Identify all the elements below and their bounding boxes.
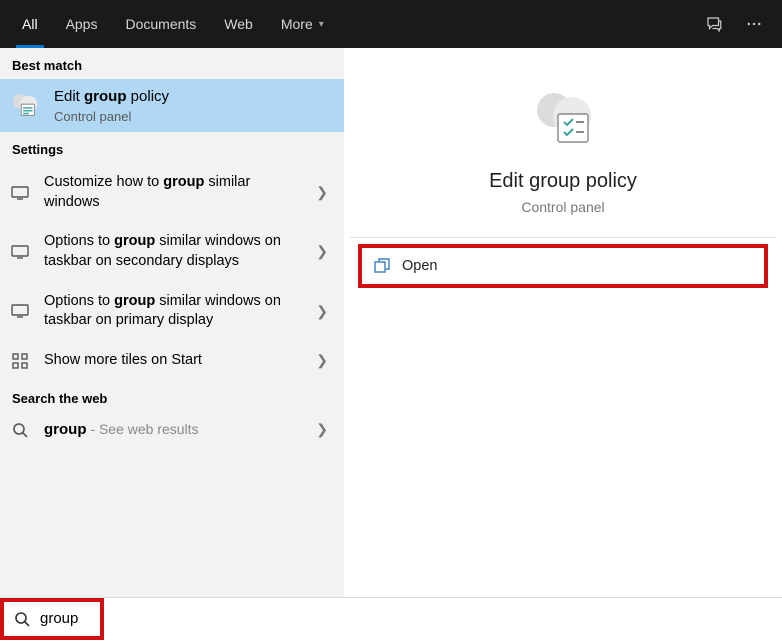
group-policy-icon xyxy=(10,91,40,121)
result-setting[interactable]: Show more tiles on Start ❯ xyxy=(0,341,344,381)
search-filter-tabs: All Apps Documents Web More ▾ xyxy=(0,0,782,48)
section-header-web: Search the web xyxy=(0,381,344,412)
result-subtitle: Control panel xyxy=(54,109,334,124)
result-detail-pane: Edit group policy Control panel Open xyxy=(350,54,776,591)
result-title: Edit group policy xyxy=(54,87,334,107)
search-input[interactable] xyxy=(40,610,96,627)
tab-label: More xyxy=(281,16,313,32)
tab-apps[interactable]: Apps xyxy=(52,0,112,48)
search-icon xyxy=(10,420,30,440)
chevron-right-icon: ❯ xyxy=(310,184,334,201)
detail-title: Edit group policy xyxy=(350,170,776,193)
result-title: Options to group similar windows on task… xyxy=(44,292,296,331)
result-setting[interactable]: Customize how to group similar windows ❯ xyxy=(0,163,344,222)
chevron-right-icon: ❯ xyxy=(310,243,334,260)
result-title: group - See web results xyxy=(44,420,296,440)
feedback-icon[interactable] xyxy=(694,0,734,48)
tab-web[interactable]: Web xyxy=(210,0,267,48)
chevron-down-icon: ▾ xyxy=(319,19,324,30)
open-action[interactable]: Open xyxy=(358,244,768,288)
detail-subtitle: Control panel xyxy=(350,199,776,237)
more-options-icon[interactable] xyxy=(734,0,774,48)
result-web-search[interactable]: group - See web results ❯ xyxy=(0,412,344,448)
display-icon xyxy=(10,301,30,321)
tab-label: All xyxy=(22,16,38,32)
tab-label: Web xyxy=(224,16,253,32)
result-best-match[interactable]: Edit group policy Control panel xyxy=(0,79,344,132)
tab-more[interactable]: More ▾ xyxy=(267,0,338,48)
display-icon xyxy=(10,242,30,262)
result-title: Show more tiles on Start xyxy=(44,351,296,371)
search-icon xyxy=(14,611,30,627)
result-setting[interactable]: Options to group similar windows on task… xyxy=(0,222,344,281)
open-icon xyxy=(374,258,390,274)
tab-label: Documents xyxy=(125,16,196,32)
section-header-best-match: Best match xyxy=(0,48,344,79)
result-setting[interactable]: Options to group similar windows on task… xyxy=(0,282,344,341)
result-title: Options to group similar windows on task… xyxy=(44,232,296,271)
search-bar xyxy=(0,597,782,639)
open-label: Open xyxy=(402,258,437,274)
section-header-settings: Settings xyxy=(0,132,344,163)
tab-all[interactable]: All xyxy=(8,0,52,48)
chevron-right-icon: ❯ xyxy=(310,303,334,320)
result-title: Customize how to group similar windows xyxy=(44,173,296,212)
search-results-area: Best match Edit group policy Control pan… xyxy=(0,48,782,597)
display-icon xyxy=(10,183,30,203)
group-policy-large-icon xyxy=(528,86,598,156)
divider xyxy=(350,237,776,238)
tab-label: Apps xyxy=(66,16,98,32)
chevron-right-icon: ❯ xyxy=(310,352,334,369)
tiles-icon xyxy=(10,351,30,371)
chevron-right-icon: ❯ xyxy=(310,421,334,438)
search-box[interactable] xyxy=(0,598,104,640)
tab-documents[interactable]: Documents xyxy=(111,0,210,48)
results-list: Best match Edit group policy Control pan… xyxy=(0,48,344,597)
